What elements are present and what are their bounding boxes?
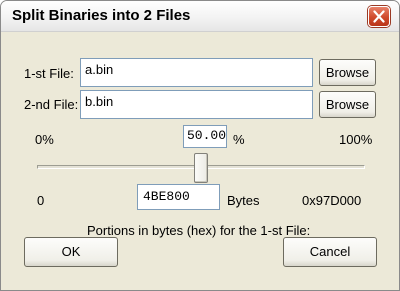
close-button[interactable]: [368, 6, 390, 27]
file2-browse-button[interactable]: Browse: [319, 91, 376, 118]
bytes-max-label: 0x97D000: [302, 193, 362, 208]
file1-label: 1-st File:: [24, 66, 74, 81]
bytes-input[interactable]: 4BE800: [137, 184, 220, 210]
title-bar[interactable]: Split Binaries into 2 Files: [1, 1, 399, 32]
percent-input[interactable]: 50.00: [183, 125, 227, 148]
portions-caption: Portions in bytes (hex) for the 1-st Fil…: [87, 223, 311, 238]
dialog-title: Split Binaries into 2 Files: [12, 7, 191, 24]
percent-max-label: 100%: [339, 132, 373, 147]
split-binaries-dialog: Split Binaries into 2 Files 1-st File: a…: [0, 0, 400, 291]
percent-min-label: 0%: [35, 132, 54, 147]
split-slider-thumb[interactable]: [194, 153, 208, 183]
cancel-button[interactable]: Cancel: [283, 237, 377, 267]
percent-unit-label: %: [233, 132, 245, 147]
file2-label: 2-nd File:: [24, 97, 79, 112]
file2-input[interactable]: b.bin: [80, 90, 313, 119]
file1-browse-button[interactable]: Browse: [319, 59, 376, 86]
close-icon: [373, 10, 385, 23]
bytes-min-label: 0: [37, 193, 45, 208]
bytes-unit-label: Bytes: [227, 193, 260, 208]
dialog-body: 1-st File: a.bin Browse 2-nd File: b.bin…: [1, 32, 399, 290]
file1-input[interactable]: a.bin: [80, 58, 313, 87]
ok-button[interactable]: OK: [24, 237, 118, 267]
